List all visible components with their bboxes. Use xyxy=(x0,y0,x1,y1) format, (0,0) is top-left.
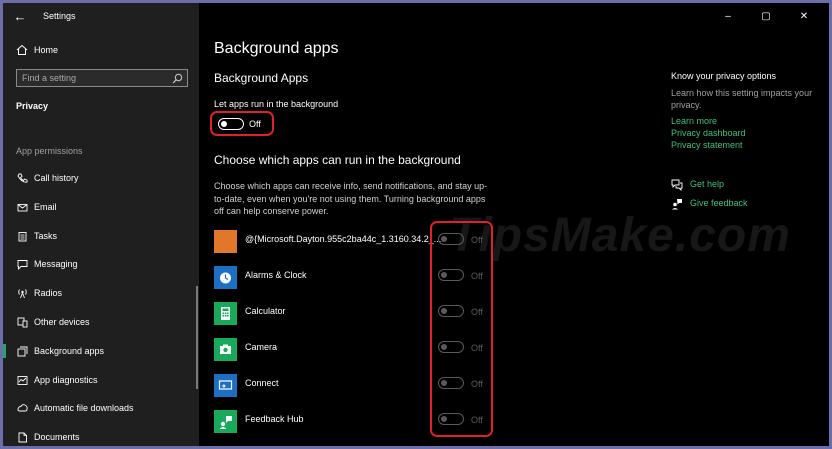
sidebar-item-other-devices[interactable]: Other devices xyxy=(3,308,199,337)
privacy-options-panel: Know your privacy options Learn how this… xyxy=(671,71,821,210)
sidebar-item-call-history[interactable]: Call history xyxy=(3,164,199,193)
settings-window: ← Settings Home Find a setting Privacy A… xyxy=(3,3,829,446)
sidebar-item-automatic-file-downloads[interactable]: Automatic file downloads xyxy=(3,394,199,423)
sidebar-item-label: Radios xyxy=(34,288,63,299)
titlebar: ← Settings xyxy=(3,3,199,31)
choose-apps-description: Choose which apps can receive info, send… xyxy=(214,181,488,216)
background-apps-heading: Background Apps xyxy=(214,71,309,85)
sidebar-scrollbar[interactable] xyxy=(196,286,198,389)
sidebar-item-label: Other devices xyxy=(34,316,90,327)
learn-more-link[interactable]: Learn more xyxy=(671,115,821,127)
home-icon xyxy=(16,44,28,55)
tasks-icon xyxy=(18,231,27,242)
back-button[interactable]: ← xyxy=(11,8,29,26)
app-diagnostics-icon xyxy=(17,375,28,385)
main-content: – ▢ ✕ TipsMake.com Background apps Backg… xyxy=(199,3,829,446)
privacy-options-desc: Learn how this setting impacts your priv… xyxy=(671,88,813,110)
let-apps-run-label: Let apps run in the background xyxy=(214,99,339,109)
app-title: Settings xyxy=(43,11,76,21)
app-name: Calculator xyxy=(245,306,286,316)
search-input[interactable]: Find a setting xyxy=(16,69,188,87)
search-placeholder: Find a setting xyxy=(22,73,77,83)
sidebar-item-label: Messaging xyxy=(34,259,78,270)
documents-icon xyxy=(18,432,27,443)
app-name: @{Microsoft.Dayton.955c2ba44c_1.3160.34.… xyxy=(245,234,442,244)
sidebar-item-label: Email xyxy=(34,201,57,212)
sidebar-nav: Call history Email Tasks Messaging Radio… xyxy=(3,164,199,446)
section-privacy: Privacy xyxy=(16,101,49,111)
home-nav[interactable]: Home xyxy=(3,40,199,62)
sidebar: ← Settings Home Find a setting Privacy A… xyxy=(3,3,199,446)
home-label: Home xyxy=(34,45,59,55)
app-permissions-heading: App permissions xyxy=(16,146,83,156)
app-name: Connect xyxy=(245,378,279,388)
sidebar-item-label: Documents xyxy=(34,432,80,443)
app-name: Feedback Hub xyxy=(245,414,304,424)
sidebar-item-label: Call history xyxy=(34,173,79,183)
background-apps-icon xyxy=(17,346,28,357)
minimize-button[interactable]: – xyxy=(721,11,735,22)
page-title: Background apps xyxy=(214,40,339,57)
sidebar-item-label: Tasks xyxy=(34,230,58,241)
sidebar-item-label: Background apps xyxy=(34,345,105,356)
sidebar-item-messaging[interactable]: Messaging xyxy=(3,250,199,279)
file-downloads-icon xyxy=(17,404,28,412)
privacy-dashboard-link[interactable]: Privacy dashboard xyxy=(671,127,821,139)
feedback-hub-icon xyxy=(214,410,237,433)
search-icon[interactable] xyxy=(172,73,183,84)
app-tile-icon xyxy=(214,230,237,253)
call-history-icon xyxy=(17,173,28,183)
highlight-master-toggle xyxy=(210,111,274,136)
app-name: Alarms & Clock xyxy=(245,270,307,280)
maximize-button[interactable]: ▢ xyxy=(759,11,773,22)
connect-icon xyxy=(214,374,237,397)
sidebar-item-background-apps[interactable]: Background apps xyxy=(3,337,199,366)
give-feedback-icon xyxy=(672,199,682,210)
get-help-label: Get help xyxy=(690,179,725,189)
sidebar-item-label: Automatic file downloads xyxy=(34,403,134,414)
app-name: Camera xyxy=(245,342,278,352)
give-feedback-label: Give feedback xyxy=(690,198,748,208)
messaging-icon xyxy=(17,260,28,271)
other-devices-icon xyxy=(17,317,28,328)
privacy-options-title: Know your privacy options xyxy=(671,71,777,81)
sidebar-item-radios[interactable]: Radios xyxy=(3,279,199,308)
window-controls: – ▢ ✕ xyxy=(709,3,829,31)
camera-icon xyxy=(214,338,237,361)
sidebar-item-tasks[interactable]: Tasks xyxy=(3,222,199,251)
highlight-app-toggles xyxy=(430,221,493,437)
radios-icon xyxy=(18,289,27,299)
sidebar-item-email[interactable]: Email xyxy=(3,193,199,222)
choose-apps-heading: Choose which apps can run in the backgro… xyxy=(214,153,461,167)
email-icon xyxy=(17,203,28,212)
close-button[interactable]: ✕ xyxy=(797,11,811,22)
sidebar-item-label: App diagnostics xyxy=(34,374,98,385)
privacy-statement-link[interactable]: Privacy statement xyxy=(671,139,821,151)
alarm-clock-icon xyxy=(214,266,237,289)
sidebar-item-app-diagnostics[interactable]: App diagnostics xyxy=(3,366,199,395)
get-help-icon xyxy=(671,179,683,191)
sidebar-item-documents[interactable]: Documents xyxy=(3,423,199,446)
calculator-icon xyxy=(214,302,237,325)
